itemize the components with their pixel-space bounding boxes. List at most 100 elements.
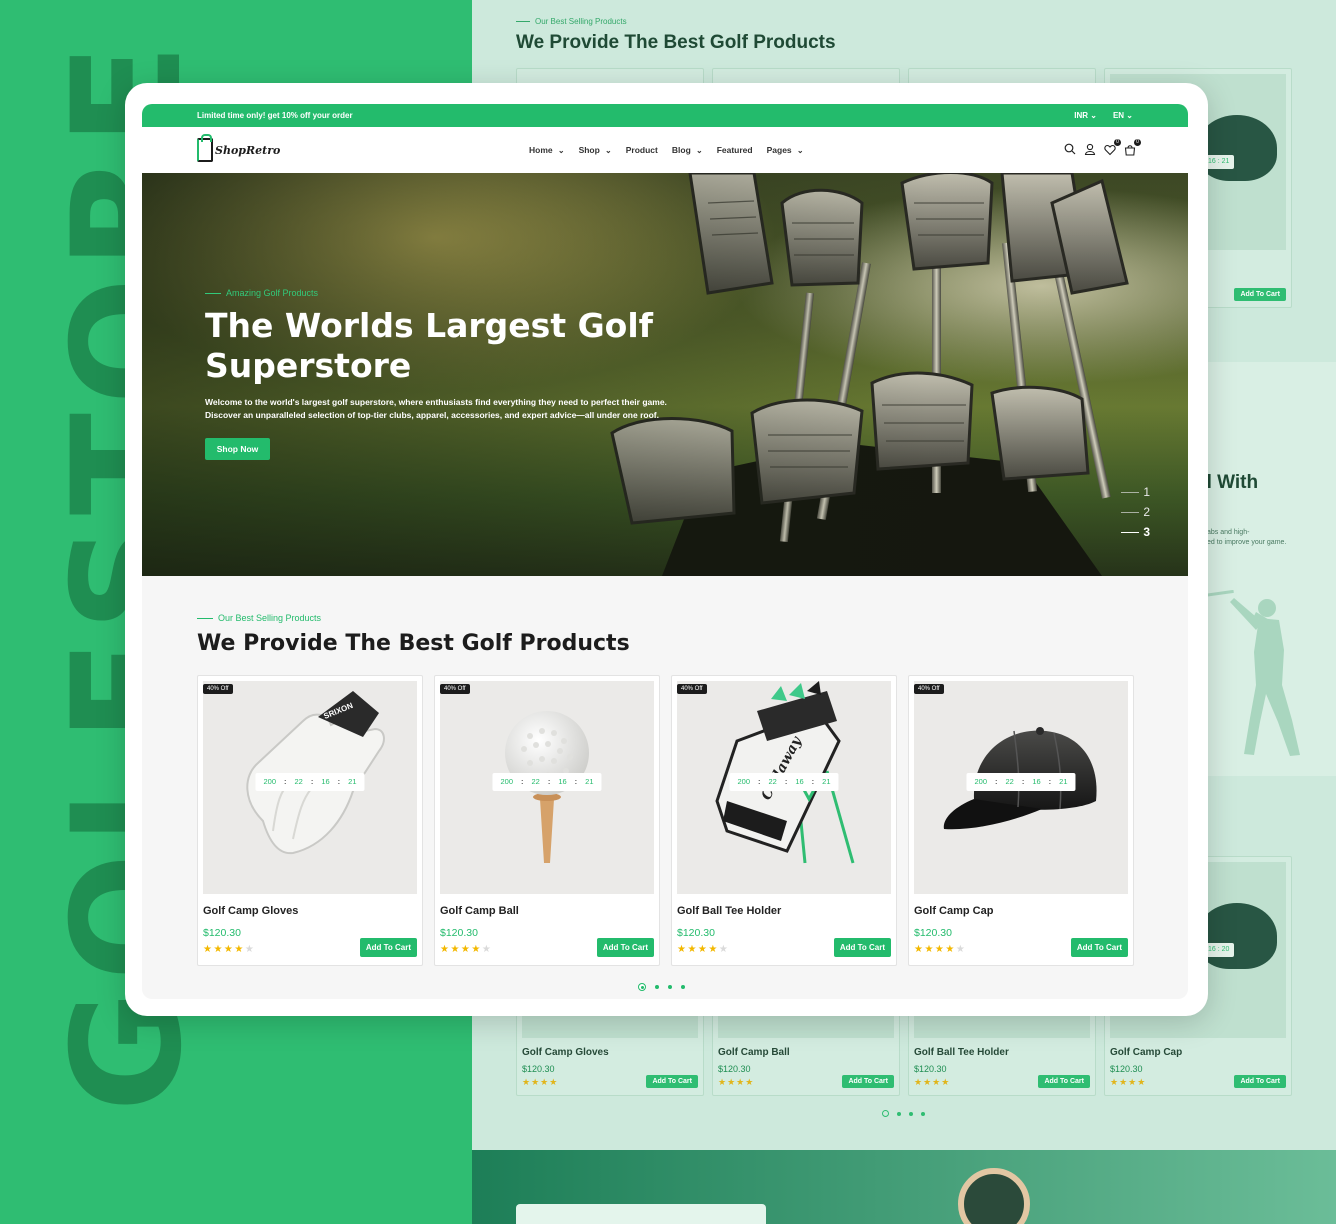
menu-home[interactable]: Home [529,145,565,155]
carousel-dot-2[interactable] [655,985,659,989]
product-card[interactable]: 40% Off 200: 22: 16: 21 Golf Camp Ball $… [434,675,660,966]
bg-rating-stars: ★★★★ [914,1077,951,1087]
product-name[interactable]: Golf Camp Gloves [203,905,298,917]
bg-rating-stars: ★★★★ [1110,1077,1147,1087]
menu-pages[interactable]: Pages [767,145,804,155]
timer-days: 200 [500,777,513,786]
cap-image [1197,115,1277,181]
bg-rating-stars: ★★★★ [718,1077,755,1087]
cap-image [1197,903,1277,969]
timer-seconds: 21 [585,777,594,786]
timer-days: 200 [737,777,750,786]
hero-eyebrow: Amazing Golf Products [205,288,318,298]
timer-minutes: 16 [1032,777,1041,786]
timer-hours: 22 [294,777,303,786]
discount-badge: 40% Off [914,684,944,694]
bg-add-to-cart-button[interactable]: Add To Cart [1234,288,1286,301]
product-card[interactable]: SRIXON 40% Off 200: 22: 16: 21 Golf Camp… [197,675,423,966]
countdown-timer: 200: 22: 16: 21 [729,773,839,791]
website-screen: Limited time only! get 10% off your orde… [142,104,1188,999]
shop-now-button[interactable]: Shop Now [205,438,270,460]
rating-stars: ★★★★★ [914,944,967,955]
timer-hours: 22 [531,777,540,786]
product-carousel: SRIXON 40% Off 200: 22: 16: 21 Golf Camp… [197,675,1134,966]
bg-product-name: Golf Camp Cap [1110,1047,1183,1058]
main-navbar: ShopRetro Home Shop Product Blog Feature… [142,127,1188,173]
timer-seconds: 21 [822,777,831,786]
carousel-dot-4[interactable] [681,985,685,989]
carousel-pagination [638,983,685,991]
wishlist-count-badge: 0 [1114,139,1121,146]
product-card[interactable]: 40% Off 200: 22: 16: 21 Golf Camp Cap $1… [908,675,1134,966]
user-icon[interactable] [1084,143,1096,155]
countdown-timer: 200: 22: 16: 21 [966,773,1076,791]
logo-text: ShopRetro [215,143,281,157]
products-title: We Provide The Best Golf Products [197,631,630,656]
shopping-bag-icon [197,134,213,162]
timer-seconds: 21 [348,777,357,786]
menu-featured[interactable]: Featured [717,145,753,155]
timer-minutes: 16 [321,777,330,786]
hero-description: Welcome to the world's largest golf supe… [205,397,667,420]
shopretro-logo[interactable]: ShopRetro [197,134,281,162]
product-price: $120.30 [914,927,952,939]
carousel-dot-1[interactable] [638,983,646,991]
bg-dot[interactable] [897,1111,901,1116]
bg-dot[interactable] [882,1110,889,1117]
bg-rating-stars: ★★★★ [522,1077,559,1087]
rating-stars: ★★★★★ [203,944,256,955]
nav-icons: 0 0 [1064,139,1141,156]
menu-product[interactable]: Product [626,145,658,155]
currency-select[interactable]: INR [1074,111,1097,120]
add-to-cart-button[interactable]: Add To Cart [833,938,891,957]
timer-days: 200 [974,777,987,786]
product-card[interactable]: Callaway 40% Off 200: 22: 16: 21 Golf Ba… [671,675,897,966]
add-to-cart-button[interactable]: Add To Cart [1070,938,1128,957]
discount-badge: 40% Off [677,684,707,694]
bg-add-to-cart-button[interactable]: Add To Cart [842,1075,894,1088]
language-select[interactable]: EN [1113,111,1133,120]
carousel-dot-3[interactable] [668,985,672,989]
cart-button[interactable]: 0 [1124,139,1141,156]
promo-text: Limited time only! get 10% off your orde… [197,111,353,120]
timer-days: 200 [263,777,276,786]
bg-carousel-dots[interactable] [882,1110,925,1117]
hero-slide-3[interactable]: 3 [1121,525,1150,539]
menu-shop[interactable]: Shop [579,145,612,155]
bg-feature-text: abs and high- ed to improve your game. [1207,529,1287,546]
bg-product-name: Golf Ball Tee Holder [914,1047,1009,1058]
product-name[interactable]: Golf Camp Ball [440,905,519,917]
bg-add-to-cart-button[interactable]: Add To Cart [646,1075,698,1088]
hero-slide-2[interactable]: 2 [1121,505,1150,519]
wishlist-button[interactable]: 0 [1104,139,1121,156]
golfer-silhouette-icon [1204,590,1300,756]
bg-dot[interactable] [921,1111,925,1116]
rating-stars: ★★★★★ [677,944,730,955]
bg-section-eyebrow: Our Best Selling Products [516,17,627,26]
hero-title: The Worlds Largest Golf Superstore [205,306,654,385]
timer-minutes: 16 [795,777,804,786]
add-to-cart-button[interactable]: Add To Cart [596,938,654,957]
bg-section-title: We Provide The Best Golf Products [516,32,836,53]
products-eyebrow: Our Best Selling Products [197,613,321,623]
bg-add-to-cart-button[interactable]: Add To Cart [1234,1075,1286,1088]
hero-slide-1[interactable]: 1 [1121,485,1150,499]
timer-minutes: 16 [558,777,567,786]
menu-blog[interactable]: Blog [672,145,703,155]
bg-testimonial-card [516,1204,766,1224]
add-to-cart-button[interactable]: Add To Cart [359,938,417,957]
tablet-frame: Limited time only! get 10% off your orde… [125,83,1208,1016]
product-price: $120.30 [203,927,241,939]
heart-icon [1104,144,1116,156]
discount-badge: 40% Off [203,684,233,694]
bg-add-to-cart-button[interactable]: Add To Cart [1038,1075,1090,1088]
bg-dot[interactable] [909,1111,913,1116]
search-icon[interactable] [1064,143,1076,155]
bg-product-name: Golf Camp Gloves [522,1047,609,1058]
countdown-timer: 200: 22: 16: 21 [255,773,365,791]
product-name[interactable]: Golf Ball Tee Holder [677,905,781,917]
discount-badge: 40% Off [440,684,470,694]
rating-stars: ★★★★★ [440,944,493,955]
timer-hours: 22 [768,777,777,786]
product-name[interactable]: Golf Camp Cap [914,905,993,917]
